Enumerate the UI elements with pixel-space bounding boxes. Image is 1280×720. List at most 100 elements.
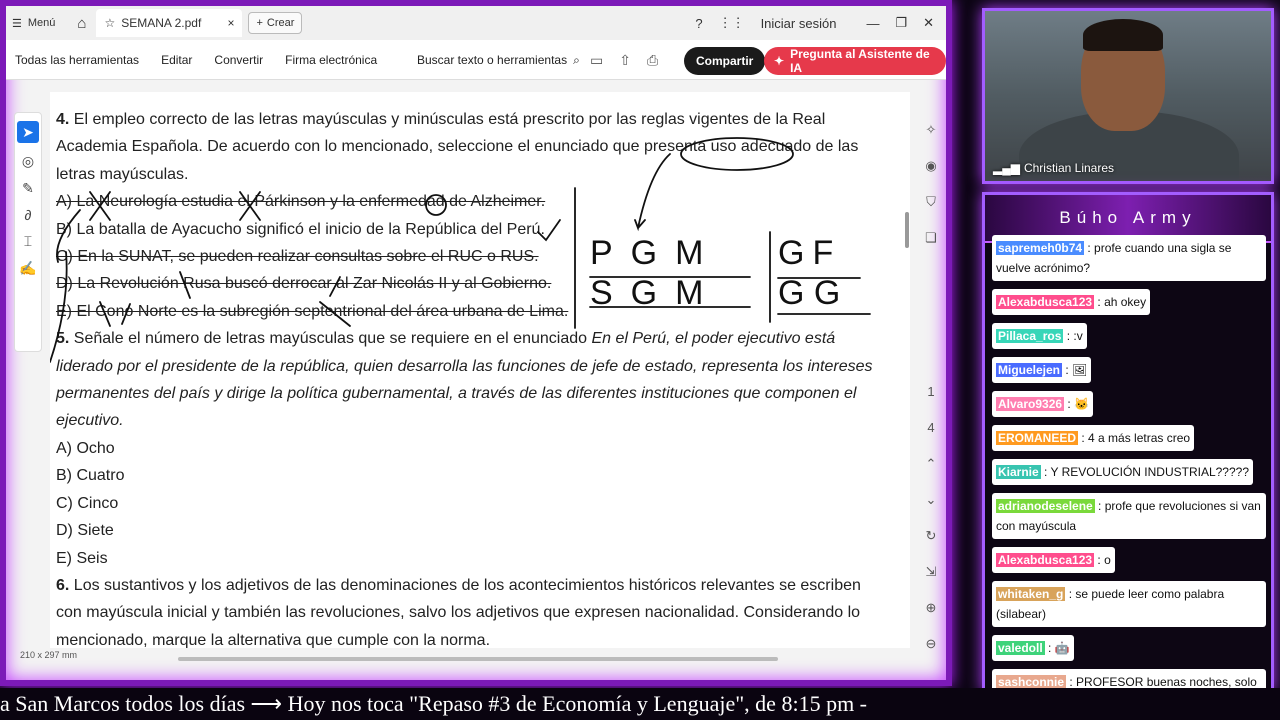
file-actions: ▭ ⇧ ⎙ [590,40,658,80]
chat-username[interactable]: Pillaca_ros [996,329,1064,343]
page-total: 4 [927,419,935,435]
camera-name-tag: ▂▄▆ Christian Linares [993,161,1114,175]
sign-icon[interactable]: ✍ [19,260,36,277]
all-tools-menu[interactable]: Todas las herramientas [15,53,139,67]
page-size-status: 210 x 297 mm [20,650,78,660]
q5-option-d: D) Siete [56,522,114,540]
chat-message: Alexabdusca123 : o [992,547,1115,573]
q4-option-e: E) El Cono Norte es la subregión septent… [56,302,569,320]
convert-menu[interactable]: Convertir [214,53,263,67]
chat-username[interactable]: Alexabdusca123 [996,295,1095,309]
chat-message: Kiarnie : Y REVOLUCIÓN INDUSTRIAL????? [992,459,1253,485]
chat-username[interactable]: Miguelejen [996,363,1063,377]
presenter-hair [1083,19,1163,51]
chat-message: valedoll : 🤖 [992,635,1074,661]
chat-text: : :v [1063,329,1083,343]
page-down-icon[interactable]: ⌄ [926,482,937,518]
pages-icon[interactable]: ❏ [925,220,937,256]
bookmark-icon[interactable]: ⛉ [926,184,936,220]
rotate-icon[interactable]: ↻ [926,518,937,554]
chat-message: adrianodeselene : profe que revoluciones… [992,493,1266,539]
print-icon[interactable]: ⎙ [647,52,658,69]
chat-username[interactable]: Alvaro9326 [996,397,1065,411]
home-icon[interactable]: ⌂ [77,15,86,32]
q6-line3: mencionado, marque la alternativa que cu… [56,631,491,648]
left-tool-rail: ➤ ◎ ✎ ∂ ⌶ ✍ [14,112,42,352]
chat-text: : 🐱 [1064,397,1089,411]
q4-option-d: D) La Revolución Rusa buscó derrocar al … [56,275,552,293]
share-label: Compartir [696,54,754,68]
chat-username[interactable]: valedoll [996,641,1045,655]
chat-username[interactable]: sapremeh0b74 [996,241,1085,255]
chat-text: : ah okey [1094,295,1147,309]
live-chat-panel: Búho Army sapremeh0b74 : profe cuando un… [982,192,1274,692]
ai-assistant-button[interactable]: ✦ Pregunta al Asistente de IA [764,47,946,75]
chat-text: : 🤖 [1044,641,1070,655]
page-up-icon[interactable]: ⌃ [926,445,937,481]
help-icon[interactable]: ? [695,16,702,31]
webcam-panel: ▂▄▆ Christian Linares [982,8,1274,184]
close-tab-icon[interactable]: × [227,16,234,30]
chat-message: sapremeh0b74 : profe cuando una sigla se… [992,235,1266,281]
horizontal-scrollbar[interactable] [178,657,778,661]
vertical-scrollbar[interactable] [905,212,909,248]
chat-message: Miguelejen : 🖼 [992,357,1092,383]
q5-option-b: B) Cuatro [56,467,125,485]
q6-line2: con mayúscula inicial y también las revo… [56,604,861,622]
bottom-ticker: a San Marcos todos los días ⟶ Hoy nos to… [0,688,1280,720]
zoom-in-icon[interactable]: ⊕ [926,590,937,626]
document-tab[interactable]: ☆ SEMANA 2.pdf × [96,9,243,37]
search-tools[interactable]: Buscar texto o herramientas ⌕ [417,40,580,80]
ticker-text: a San Marcos todos los días ⟶ Hoy nos to… [0,691,868,716]
q4-option-c: C) En la SUNAT, se pueden realizar consu… [56,248,539,266]
q5-option-a: A) Ocho [56,439,115,457]
comments-panel-icon[interactable]: ◉ [925,148,936,184]
search-label: Buscar texto o herramientas [417,53,568,67]
signal-icon: ▂▄▆ [993,161,1020,175]
text-select-icon[interactable]: ⌶ [24,233,32,250]
q5-option-e: E) Seis [56,549,108,567]
ai-assistant-label: Pregunta al Asistente de IA [790,47,930,75]
extract-icon[interactable]: ⇲ [926,554,937,590]
page-current[interactable]: 1 [927,373,934,409]
upload-cloud-icon[interactable]: ⇧ [619,52,631,69]
maximize-icon[interactable]: ❐ [895,15,907,31]
comment-icon[interactable]: ◎ [22,153,34,170]
q4-option-a: A) La Neurología estudia el Párkinson y … [56,193,546,211]
close-window-icon[interactable]: ✕ [923,15,934,31]
share-button[interactable]: Compartir [684,47,766,75]
main-toolbar: Todas las herramientas Editar Convertir … [6,40,946,80]
q4-option-b: B) La batalla de Ayacucho significó el i… [56,220,545,238]
chat-username[interactable]: EROMANEED [996,431,1079,445]
save-icon[interactable]: ▭ [590,52,603,69]
q5-line3: permanentes del país y dirige la polític… [56,385,857,403]
apps-grid-icon[interactable]: ⋮⋮ [719,15,745,31]
q6-text1: Los sustantivos y los adjetivos de las d… [73,576,861,594]
chat-message: Alexabdusca123 : ah okey [992,289,1151,315]
ai-summary-icon[interactable]: ✧ [926,112,937,148]
pen-icon[interactable]: ✎ [22,180,34,197]
chat-username[interactable]: whitaken_g [996,587,1066,601]
chat-messages: sapremeh0b74 : profe cuando una sigla se… [992,235,1266,689]
chat-username[interactable]: adrianodeselene [996,499,1095,513]
chat-username[interactable]: Alexabdusca123 [996,553,1095,567]
signin-button[interactable]: Iniciar sesión [761,16,837,31]
menu-button[interactable]: ☰ Menú [6,17,61,30]
minimize-icon[interactable]: — [866,16,879,31]
create-button[interactable]: + Crear [248,12,303,34]
esign-menu[interactable]: Firma electrónica [285,53,377,67]
edit-menu[interactable]: Editar [161,53,192,67]
pdf-viewer-window: ☰ Menú ⌂ ☆ SEMANA 2.pdf × + Crear ? ⋮⋮ I… [0,0,952,686]
chat-message: Alvaro9326 : 🐱 [992,391,1093,417]
q5-number: 5. [56,330,70,348]
chat-username[interactable]: sashconnie [996,675,1067,689]
cursor-select-icon[interactable]: ➤ [17,121,39,143]
chat-username[interactable]: Kiarnie [996,465,1041,479]
zoom-out-icon[interactable]: ⊖ [926,626,937,662]
lasso-icon[interactable]: ∂ [25,207,32,223]
q6-line1: 6. Los sustantivos y los adjetivos de la… [56,572,910,599]
tab-title: SEMANA 2.pdf [121,16,202,30]
star-icon[interactable]: ☆ [104,16,115,30]
document-page: 4. El empleo correcto de las letras mayú… [50,92,910,648]
q4-line1: 4. El empleo correcto de las letras mayú… [56,106,910,133]
